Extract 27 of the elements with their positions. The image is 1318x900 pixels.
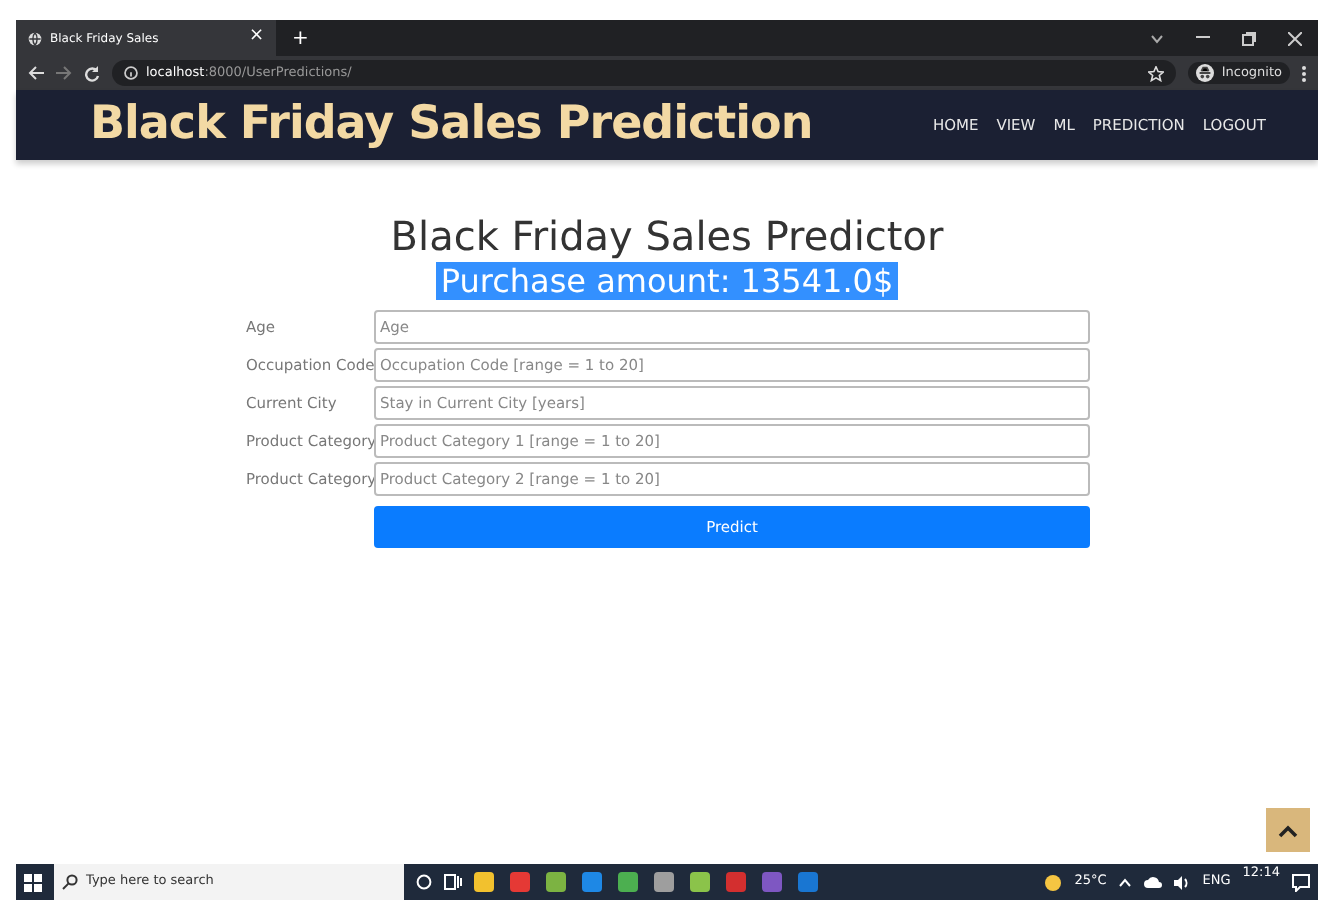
star-icon[interactable] [1147,65,1164,81]
circle-icon[interactable] [416,874,432,890]
scroll-top-button[interactable] [1266,808,1310,852]
minimize-icon[interactable] [1196,36,1210,40]
windows-icon[interactable] [24,873,42,891]
task-view-icon[interactable] [444,874,462,890]
site-title: Black Friday Sales Prediction [90,96,813,155]
page-heading: Black Friday Sales Predictor [388,210,946,262]
result-text: Purchase amount: 13541.0$ [436,262,898,300]
cloud-icon[interactable] [1144,876,1163,888]
back-icon[interactable] [28,66,44,80]
restore-icon[interactable] [1242,31,1256,45]
info-icon [124,66,138,80]
chevron-up-icon [1278,823,1298,837]
chevron-down-icon[interactable] [1150,33,1164,43]
globe-icon [28,31,42,45]
close-icon[interactable] [1288,31,1302,45]
reload-icon[interactable] [84,65,100,81]
chevron-up-icon[interactable] [1118,877,1133,887]
new-tab-button[interactable]: + [292,23,309,53]
weather-icon[interactable] [1044,873,1063,891]
forward-icon[interactable] [56,66,72,80]
volume-icon[interactable] [1174,875,1191,889]
incognito-icon [1195,64,1214,82]
notification-icon[interactable] [1292,873,1310,891]
tab-close-button[interactable]: × [248,24,264,52]
search-icon [62,874,78,890]
